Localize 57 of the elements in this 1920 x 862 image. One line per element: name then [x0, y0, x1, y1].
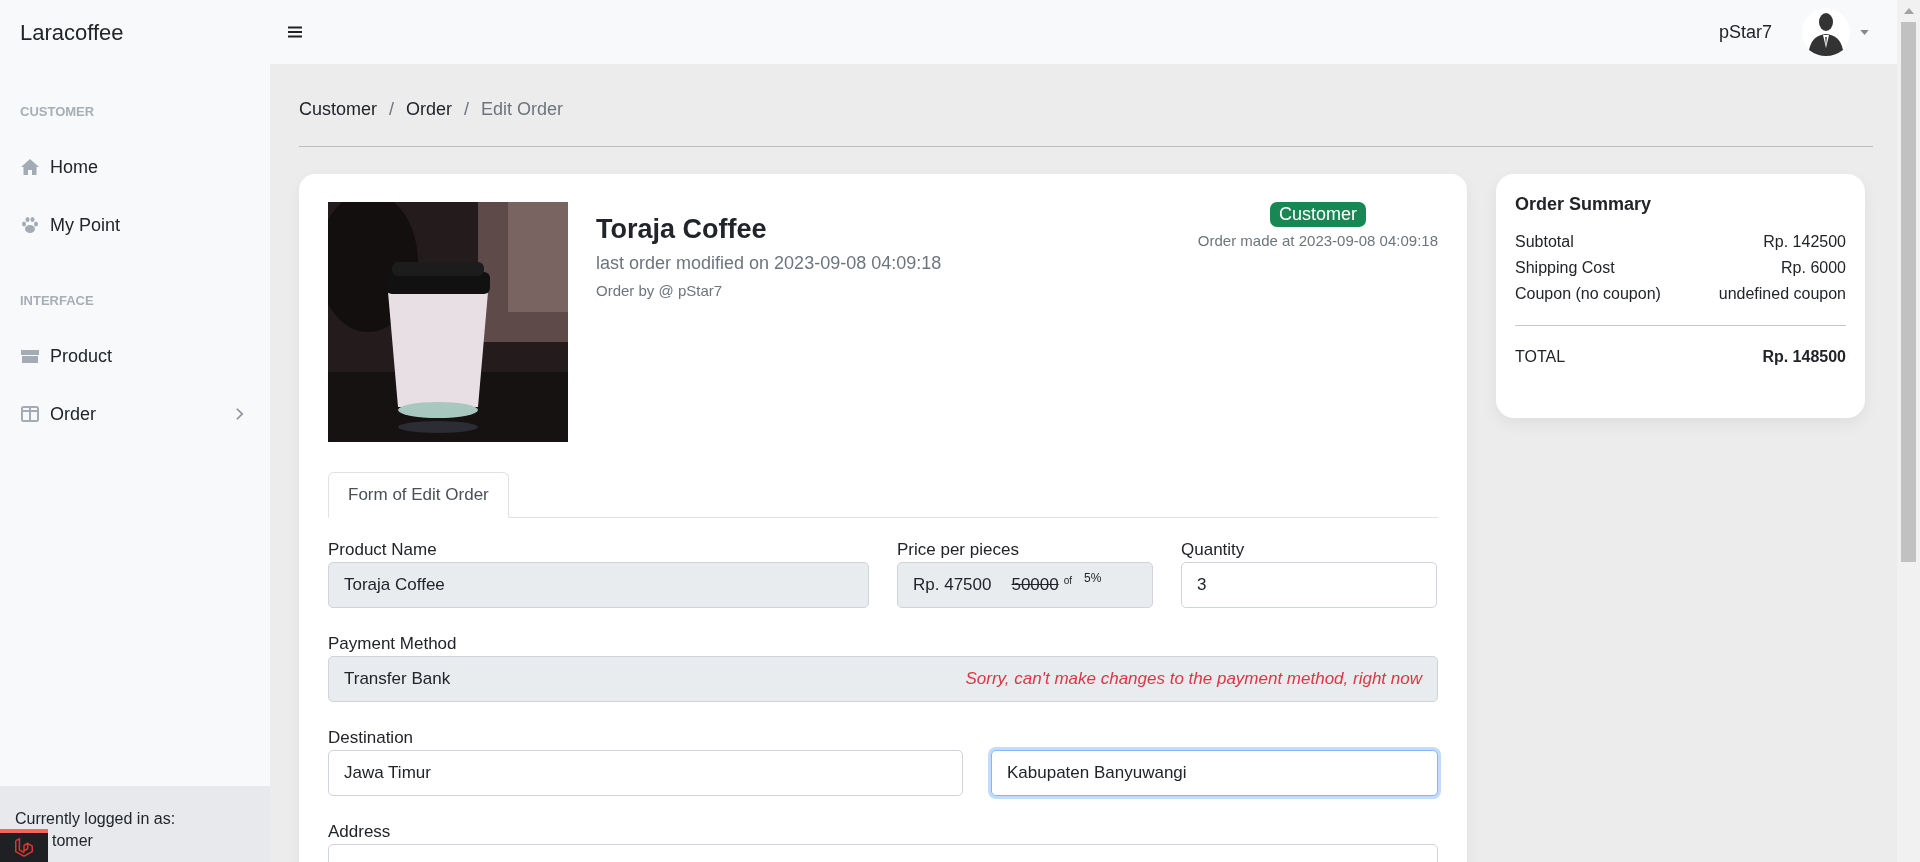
breadcrumb-link[interactable]: Order [406, 99, 453, 120]
summary-label: Shipping Cost [1515, 259, 1615, 277]
sidebar-item[interactable]: My Point [0, 207, 270, 243]
breadcrumb-separator: / [389, 99, 395, 120]
destination-field[interactable]: Kabupaten Banyuwangi [991, 750, 1438, 796]
summary-value: Rp. 6000 [1781, 259, 1846, 277]
summary-label: Coupon (no coupon) [1515, 285, 1661, 303]
logo[interactable] [13, 836, 35, 859]
summary-label: Subtotal [1515, 233, 1574, 251]
debugbar-button[interactable] [0, 829, 48, 862]
columns-icon [20, 405, 40, 423]
home-icon [20, 158, 40, 176]
store-icon [20, 347, 40, 365]
field-label: Address [328, 822, 392, 842]
login-label: Currently logged in as: [15, 810, 177, 828]
price-value: Rp. 47500 [913, 575, 992, 595]
order-by-text: Order by @ pStar7 [596, 282, 724, 299]
original-price: 50000 [1011, 575, 1059, 595]
discount-text: 5% [1084, 571, 1102, 585]
field-label: Payment Method [328, 634, 458, 654]
login-role: tomer [52, 832, 93, 850]
avatar-icon[interactable] [1802, 8, 1850, 56]
modified-date: last order modified on 2023-09-08 04:09:18 [596, 253, 943, 274]
sidebar-item[interactable]: Order [0, 396, 270, 432]
menu-icon[interactable] [288, 26, 302, 38]
payment-value: Transfer Bank [344, 669, 451, 689]
sidebar-item[interactable]: Home [0, 149, 270, 185]
product-title: Toraja Coffee [596, 214, 768, 245]
brand-name[interactable]: Laracoffee [20, 20, 124, 46]
caret-icon[interactable] [1860, 29, 1869, 35]
form-tab[interactable]: Form of Edit Order [328, 472, 509, 518]
breadcrumb-separator: / [464, 99, 470, 120]
user-name[interactable]: pStar7 [1718, 21, 1772, 43]
paw-icon [20, 216, 40, 234]
breadcrumb-link[interactable]: Customer [299, 99, 378, 120]
summary-value: undefined coupon [1718, 285, 1846, 303]
sidebar-heading: INTERFACE [19, 293, 95, 308]
destination-field[interactable]: Jawa Timur [328, 750, 963, 796]
total-label: TOTAL [1515, 348, 1566, 366]
field-label: Price per pieces [897, 540, 1020, 560]
summary-value: Rp. 142500 [1763, 233, 1846, 251]
field-label: Destination [328, 728, 415, 748]
role-badge: Customer [1269, 202, 1366, 227]
scroll-up-icon[interactable] [1903, 8, 1914, 14]
total-value: Rp. 148500 [1762, 348, 1846, 366]
scrollbar[interactable] [1897, 0, 1920, 862]
breadcrumb-link[interactable]: Edit Order [481, 99, 564, 120]
order-date: Order made at 2023-09-08 04:09:18 [1197, 232, 1438, 249]
sidebar-item[interactable]: Product [0, 338, 270, 374]
summary-title: Order Summary [1515, 194, 1653, 215]
sidebar-heading: CUSTOMER [19, 104, 96, 119]
payment-note: Sorry, can't make changes to the payment method, right now [965, 669, 1422, 689]
field-label: Product Name [328, 540, 438, 560]
quantity-field[interactable]: 3 [1181, 562, 1437, 608]
field-label: Quantity [1181, 540, 1246, 560]
chevron-right-icon [235, 407, 244, 421]
of-text: of [1063, 575, 1073, 586]
